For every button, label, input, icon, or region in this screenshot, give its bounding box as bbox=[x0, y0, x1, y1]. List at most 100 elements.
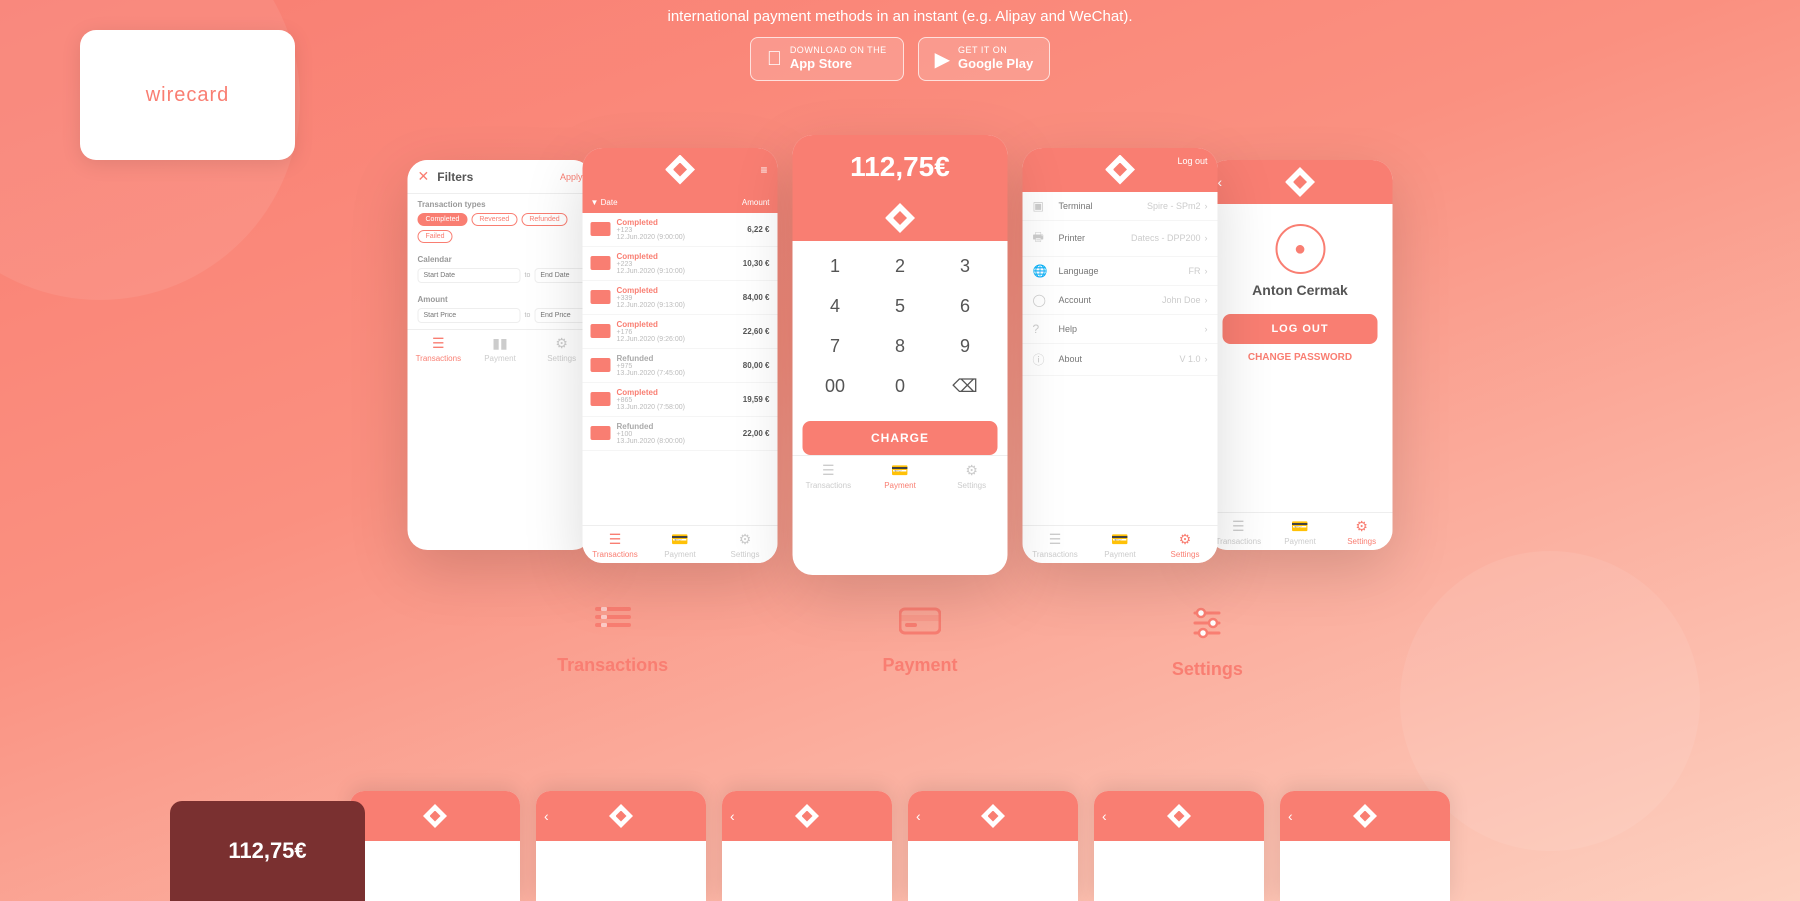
trans-date: 12.Jun.2020 (9:00:00) bbox=[617, 234, 742, 241]
filter-header: ✕ Filters Apply bbox=[408, 160, 593, 194]
nav-settings-payment[interactable]: ⚙ Settings bbox=[936, 462, 1008, 490]
bottom-phone-header-2: ‹ bbox=[536, 791, 706, 841]
filter-title: Filters bbox=[437, 170, 552, 184]
feature-transactions[interactable]: Transactions bbox=[557, 605, 668, 676]
nav-payment-trans[interactable]: 💳 Payment bbox=[648, 531, 713, 559]
back-arrow-icon[interactable]: ‹ bbox=[1288, 808, 1293, 824]
nav-payment-payment[interactable]: 💳 Payment bbox=[864, 462, 936, 490]
card-icon bbox=[591, 222, 611, 236]
feature-settings[interactable]: Settings bbox=[1172, 605, 1243, 680]
feature-labels: Transactions Payment Settings bbox=[450, 605, 1350, 680]
logout-button[interactable]: LOG OUT bbox=[1223, 314, 1378, 344]
key-6[interactable]: 6 bbox=[945, 289, 985, 323]
nav-payment-settings[interactable]: 💳 Payment bbox=[1088, 531, 1153, 559]
language-value: FR bbox=[1189, 266, 1201, 276]
settings-row-terminal[interactable]: ▣ Terminal Spire - SPm2 › bbox=[1023, 192, 1218, 221]
wirecard-diamond-settings bbox=[1105, 155, 1135, 185]
settings-row-printer[interactable]: 🖶 Printer Datecs - DPP200 › bbox=[1023, 221, 1218, 257]
menu-icon[interactable]: ≡ bbox=[760, 163, 767, 177]
wirecard-inner bbox=[673, 163, 687, 177]
googleplay-button[interactable]: ▶ GET IT ON Google Play bbox=[918, 37, 1051, 81]
back-arrow-icon[interactable]: ‹ bbox=[1218, 174, 1223, 190]
printer-icon: 🖶 bbox=[1033, 228, 1053, 249]
back-arrow-icon[interactable]: ‹ bbox=[1102, 808, 1107, 824]
chip-completed[interactable]: Completed bbox=[418, 213, 468, 226]
nav-payment-user[interactable]: 💳 Payment bbox=[1269, 518, 1331, 546]
nav-settings-trans[interactable]: ⚙ Settings bbox=[713, 531, 778, 559]
chip-failed[interactable]: Failed bbox=[418, 230, 453, 243]
filter-apply-btn[interactable]: Apply bbox=[560, 172, 583, 182]
card-icon bbox=[591, 426, 611, 440]
nav-transactions-settings[interactable]: ☰ Transactions bbox=[1023, 531, 1088, 559]
amount-title: Amount bbox=[418, 295, 583, 304]
key-0[interactable]: 0 bbox=[880, 369, 920, 403]
key-backspace[interactable]: ⌫ bbox=[945, 369, 985, 403]
user-phone: ‹ ● Anton Cermak LOG OUT CHANGE PASSWORD… bbox=[1208, 160, 1393, 550]
bottom-phone-1: ‹ bbox=[350, 791, 520, 901]
trans-amount: 22,60 € bbox=[743, 327, 770, 336]
chevron-right-icon: › bbox=[1205, 295, 1208, 305]
trans-phone-nav: ☰ Transactions 💳 Payment ⚙ Settings bbox=[583, 525, 778, 563]
nav-settings-user[interactable]: ⚙ Settings bbox=[1331, 518, 1393, 546]
payment-nav-icon: ▮▮ bbox=[492, 335, 507, 352]
settings-row-account[interactable]: ◯ Account John Doe › bbox=[1023, 286, 1218, 315]
nav-payment-filter[interactable]: ▮▮ Payment bbox=[469, 335, 531, 363]
chip-refunded[interactable]: Refunded bbox=[521, 213, 567, 226]
wirecard-diamond-center bbox=[885, 203, 915, 233]
nav-transactions-trans[interactable]: ☰ Transactions bbox=[583, 531, 648, 559]
key-3[interactable]: 3 bbox=[945, 249, 985, 283]
wirecard-diamond-bottom bbox=[609, 804, 633, 828]
types-title: Transaction types bbox=[418, 200, 583, 209]
logout-link[interactable]: Log out bbox=[1177, 156, 1207, 166]
back-arrow-icon[interactable]: ‹ bbox=[544, 808, 549, 824]
trans-date: 12.Jun.2020 (9:26:00) bbox=[617, 336, 737, 343]
trans-info: Completed +865 13.Jun.2020 (7:58:00) bbox=[617, 388, 737, 411]
wirecard-diamond-bottom bbox=[1167, 804, 1191, 828]
filter-close-icon[interactable]: ✕ bbox=[418, 168, 430, 185]
charge-button[interactable]: CHARGE bbox=[803, 421, 998, 455]
top-section: international payment methods in an inst… bbox=[0, 0, 1800, 95]
key-1[interactable]: 1 bbox=[815, 249, 855, 283]
terminal-icon: ▣ bbox=[1033, 199, 1053, 213]
back-arrow-icon[interactable]: ‹ bbox=[730, 808, 735, 824]
numpad-row-2: 4 5 6 bbox=[803, 289, 998, 323]
appstore-text: Download on the App Store bbox=[790, 45, 887, 73]
key-4[interactable]: 4 bbox=[815, 289, 855, 323]
payment-nav-icon: 💳 bbox=[1291, 518, 1308, 535]
wirecard-inner bbox=[988, 811, 999, 822]
wirecard-diamond-user bbox=[1285, 167, 1315, 197]
chevron-right-icon: › bbox=[1205, 266, 1208, 276]
bottom-phone-header-4: ‹ bbox=[908, 791, 1078, 841]
trans-id: +865 bbox=[617, 397, 737, 404]
key-2[interactable]: 2 bbox=[880, 249, 920, 283]
settings-row-language[interactable]: 🌐 Language FR › bbox=[1023, 257, 1218, 286]
back-arrow-icon[interactable]: ‹ bbox=[916, 808, 921, 824]
key-9[interactable]: 9 bbox=[945, 329, 985, 363]
terminal-label: Terminal bbox=[1059, 201, 1147, 211]
subtitle-text: international payment methods in an inst… bbox=[0, 8, 1800, 25]
nav-transactions-payment[interactable]: ☰ Transactions bbox=[793, 462, 865, 490]
nav-transactions-filter[interactable]: ☰ Transactions bbox=[408, 335, 470, 363]
start-date-input[interactable] bbox=[418, 268, 521, 283]
bottom-phone-header-5: ‹ bbox=[1094, 791, 1264, 841]
chip-reversed[interactable]: Reversed bbox=[471, 213, 517, 226]
change-password-button[interactable]: CHANGE PASSWORD bbox=[1248, 352, 1352, 363]
filters-phone: ✕ Filters Apply Transaction types Comple… bbox=[408, 160, 593, 550]
wirecard-diamond-bottom bbox=[1353, 804, 1377, 828]
nav-settings-settings[interactable]: ⚙ Settings bbox=[1153, 531, 1218, 559]
card-icon bbox=[591, 358, 611, 372]
language-icon: 🌐 bbox=[1033, 264, 1053, 278]
key-7[interactable]: 7 bbox=[815, 329, 855, 363]
settings-row-help[interactable]: ? Help › bbox=[1023, 315, 1218, 344]
settings-row-about[interactable]: ⓘ About V 1.0 › bbox=[1023, 344, 1218, 376]
feature-payment[interactable]: Payment bbox=[882, 605, 957, 676]
trans-id: +123 bbox=[617, 227, 742, 234]
appstore-button[interactable]:  Download on the App Store bbox=[750, 37, 904, 81]
payment-nav-icon: 💳 bbox=[1111, 531, 1128, 548]
key-5[interactable]: 5 bbox=[880, 289, 920, 323]
key-8[interactable]: 8 bbox=[880, 329, 920, 363]
settings-nav-icon: ⚙ bbox=[555, 335, 568, 352]
key-00[interactable]: 00 bbox=[815, 369, 855, 403]
table-row: Refunded +100 13.Jun.2020 (8:00:00) 22,0… bbox=[583, 417, 778, 451]
start-price-input[interactable] bbox=[418, 308, 521, 323]
